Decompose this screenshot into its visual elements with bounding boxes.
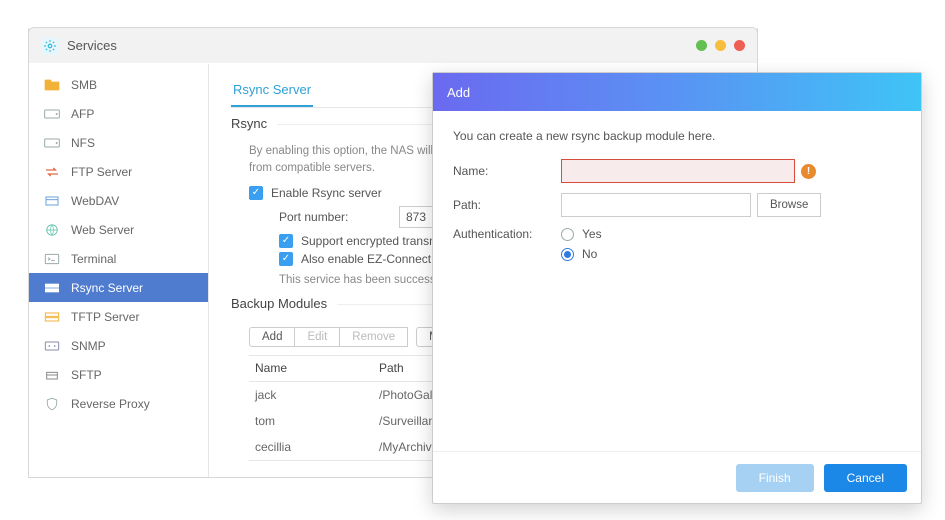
add-button[interactable]: Add [249,327,295,347]
auth-radio-group: Yes No [561,227,602,261]
sidebar-item-label: Web Server [71,223,134,237]
auth-yes-label: Yes [582,227,602,241]
sidebar-item-webserver[interactable]: Web Server [29,215,208,244]
error-icon: ! [801,164,816,179]
sidebar-item-label: Reverse Proxy [71,397,150,411]
sidebar-item-label: AFP [71,107,94,121]
sidebar-item-label: Terminal [71,252,116,266]
sidebar-item-smb[interactable]: SMB [29,70,208,99]
name-label: Name: [453,164,561,178]
auth-label: Authentication: [453,227,561,241]
titlebar[interactable]: Services [28,27,758,63]
dialog-description: You can create a new rsync backup module… [453,129,901,143]
enable-rsync-label: Enable Rsync server [271,186,382,200]
sidebar-item-sftp[interactable]: SFTP [29,360,208,389]
path-row: Path: Browse [453,193,901,217]
dialog-title[interactable]: Add [433,73,921,111]
sidebar-item-terminal[interactable]: Terminal [29,244,208,273]
dialog-footer: Finish Cancel [433,451,921,503]
checkbox-checked-icon[interactable]: ✓ [279,252,293,266]
sidebar-item-snmp[interactable]: SNMP [29,331,208,360]
webdav-icon [43,194,61,208]
snmp-icon [43,339,61,353]
sidebar-item-label: SMB [71,78,97,92]
auth-no-label: No [582,247,597,261]
drive-icon [43,136,61,150]
sidebar-item-label: FTP Server [71,165,132,179]
cell-name: jack [249,388,379,402]
sftp-icon [43,368,61,382]
transfer-icon [43,165,61,179]
edit-button: Edit [295,327,340,347]
cancel-button[interactable]: Cancel [824,464,907,492]
sidebar-item-label: SNMP [71,339,106,353]
col-name[interactable]: Name [249,361,379,375]
checkbox-checked-icon[interactable]: ✓ [249,186,263,200]
sidebar-item-reverseproxy[interactable]: Reverse Proxy [29,389,208,418]
auth-no-radio[interactable]: No [561,247,602,261]
sidebar-item-afp[interactable]: AFP [29,99,208,128]
sidebar-item-label: Rsync Server [71,281,143,295]
window-maximize[interactable] [715,40,726,51]
sidebar: SMB AFP NFS FTP Server WebDAV Web Server [29,64,209,477]
remove-button: Remove [340,327,408,347]
rsync-icon [43,281,61,295]
window-controls [696,40,745,51]
path-label: Path: [453,198,561,212]
browse-button[interactable]: Browse [757,193,821,217]
services-app-icon [41,37,59,55]
tab-rsync-server[interactable]: Rsync Server [231,78,313,107]
sidebar-item-rsync[interactable]: Rsync Server [29,273,208,302]
name-row: Name: ! [453,159,901,183]
path-input[interactable] [561,193,751,217]
sidebar-item-label: WebDAV [71,194,119,208]
auth-yes-radio[interactable]: Yes [561,227,602,241]
drive-icon [43,107,61,121]
sidebar-item-tftp[interactable]: TFTP Server [29,302,208,331]
folder-icon [43,78,61,92]
window-minimize[interactable] [696,40,707,51]
rsync-group-title: Rsync [231,116,277,131]
radio-unchecked-icon [561,228,574,241]
window-title: Services [67,38,117,53]
sidebar-item-webdav[interactable]: WebDAV [29,186,208,215]
sidebar-item-label: NFS [71,136,95,150]
terminal-icon [43,252,61,266]
radio-checked-icon [561,248,574,261]
dialog-body: You can create a new rsync backup module… [433,111,921,451]
window-close[interactable] [734,40,745,51]
auth-row: Authentication: Yes No [453,227,901,261]
finish-button[interactable]: Finish [736,464,814,492]
backup-modules-title: Backup Modules [231,296,337,311]
sidebar-item-label: SFTP [71,368,102,382]
port-value: 873 [406,210,426,224]
web-icon [43,223,61,237]
sidebar-item-label: TFTP Server [71,310,139,324]
port-label: Port number: [279,210,399,224]
cell-name: cecillia [249,440,379,454]
cell-name: tom [249,414,379,428]
checkbox-checked-icon[interactable]: ✓ [279,234,293,248]
name-input[interactable] [561,159,795,183]
shield-icon [43,397,61,411]
sidebar-item-ftp[interactable]: FTP Server [29,157,208,186]
sidebar-item-nfs[interactable]: NFS [29,128,208,157]
tftp-icon [43,310,61,324]
add-module-dialog: Add You can create a new rsync backup mo… [432,72,922,504]
